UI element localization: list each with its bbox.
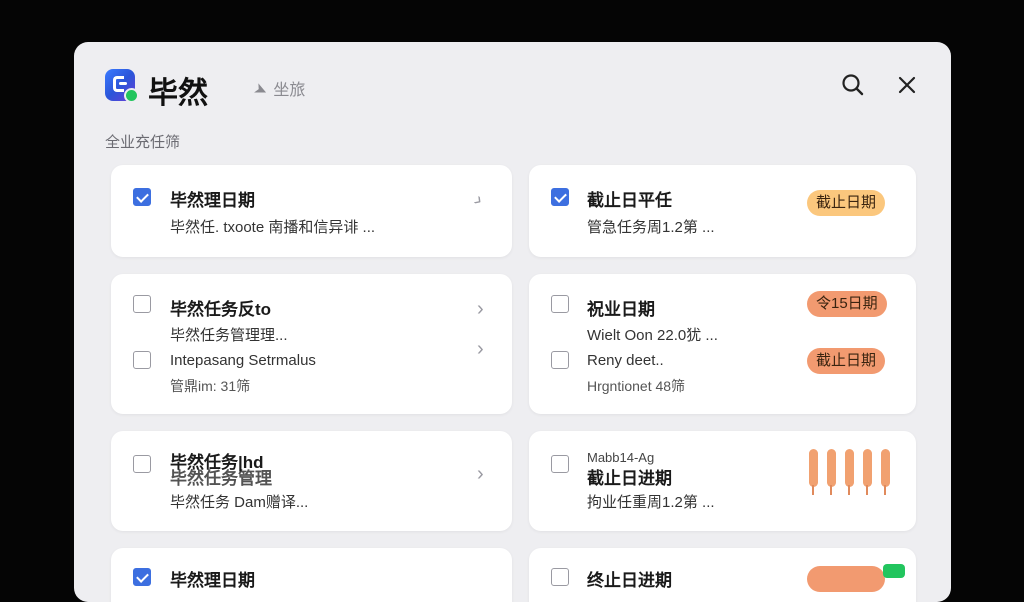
task-checkbox[interactable] [133,351,151,369]
search-button[interactable] [840,72,866,98]
task-checkbox[interactable] [133,455,151,473]
task-title: 毕然理日期 [170,191,255,210]
subnav-label: 坐旅 [273,82,306,99]
app-window: 毕然 ➤ 坐旅 全业充任筛 毕然理日期 毕然任. txoote 南播和信异诽 ..… [74,42,951,602]
deadline-badge: 截止日期 [807,190,886,216]
task-card[interactable]: Mabb14-Ag 截止日进期 拘业任重周1.2第 ... [529,431,916,531]
task-checkbox[interactable] [133,568,151,586]
deadline-badge [807,566,885,592]
task-subtitle: 管鼎im: 31筛 [170,378,251,394]
task-subtitle: Hrgntionet 48筛 [587,378,686,394]
task-title-overlay: 毕然任务管理 [170,469,272,488]
subnav-link[interactable]: ➤ 坐旅 [251,76,306,101]
section-label: 全业充任筛 [105,134,181,151]
chevron-right-icon[interactable]: › [477,298,484,321]
close-icon [898,76,916,94]
task-checkbox[interactable] [133,295,151,313]
task-title: 毕然理日期 [170,571,255,590]
task-subtitle: 拘业任重周1.2第 ... [587,494,715,511]
task-card[interactable]: 毕然任务反to 毕然任务管理理... › Intepasang Setrmalu… [111,274,512,414]
task-checkbox[interactable] [551,455,569,473]
close-button[interactable] [894,72,920,98]
task-title: 终止日进期 [587,571,672,590]
task-card[interactable]: 毕然理日期 [111,548,512,602]
task-subtitle: Wielt Oon 22.0犹 ... [587,327,718,344]
task-checkbox[interactable] [551,568,569,586]
task-title: 截止日进期 [587,469,672,488]
task-title: Intepasang Setrmalus [170,352,316,369]
task-card[interactable]: 终止日进期 [529,548,916,602]
task-subtitle: 毕然任务 Dam赠译... [170,494,309,511]
task-tag: Mabb14-Ag [587,450,655,465]
task-card[interactable]: 毕然理日期 毕然任. txoote 南播和信异诽 ... › [111,165,512,257]
task-title: Reny deet.. [587,352,664,369]
task-subtitle: 管急任务周1.2第 ... [587,219,715,236]
sticks-illustration-icon [809,449,895,499]
chevron-right-icon[interactable]: › [477,463,484,486]
task-card[interactable]: 截止日平任 管急任务周1.2第 ... 截止日期 [529,165,916,257]
task-subtitle: 毕然任务管理理... [170,327,288,344]
task-checkbox[interactable] [133,188,151,206]
task-title: 祝业日期 [587,300,655,319]
send-icon: ➤ [250,79,271,101]
deadline-badge: 截止日期 [807,348,886,374]
task-card[interactable]: 毕然任务|hd 毕然任务管理 毕然任务 Dam赠译... › [111,431,512,531]
chevron-right-icon[interactable]: › [477,338,484,361]
task-checkbox[interactable] [551,188,569,206]
task-subtitle: 毕然任. txoote 南播和信异诽 ... [170,219,376,236]
app-logo-icon [105,69,139,103]
chevron-right-icon[interactable]: › [469,189,488,212]
task-title: 截止日平任 [587,191,672,210]
app-title: 毕然 [148,77,208,110]
task-checkbox[interactable] [551,351,569,369]
task-checkbox[interactable] [551,295,569,313]
task-title: 毕然任务反to [170,300,272,319]
date-badge: 令15日期 [807,291,887,317]
task-card[interactable]: 祝业日期 Wielt Oon 22.0犹 ... 令15日期 Reny deet… [529,274,916,414]
search-icon [842,74,864,96]
